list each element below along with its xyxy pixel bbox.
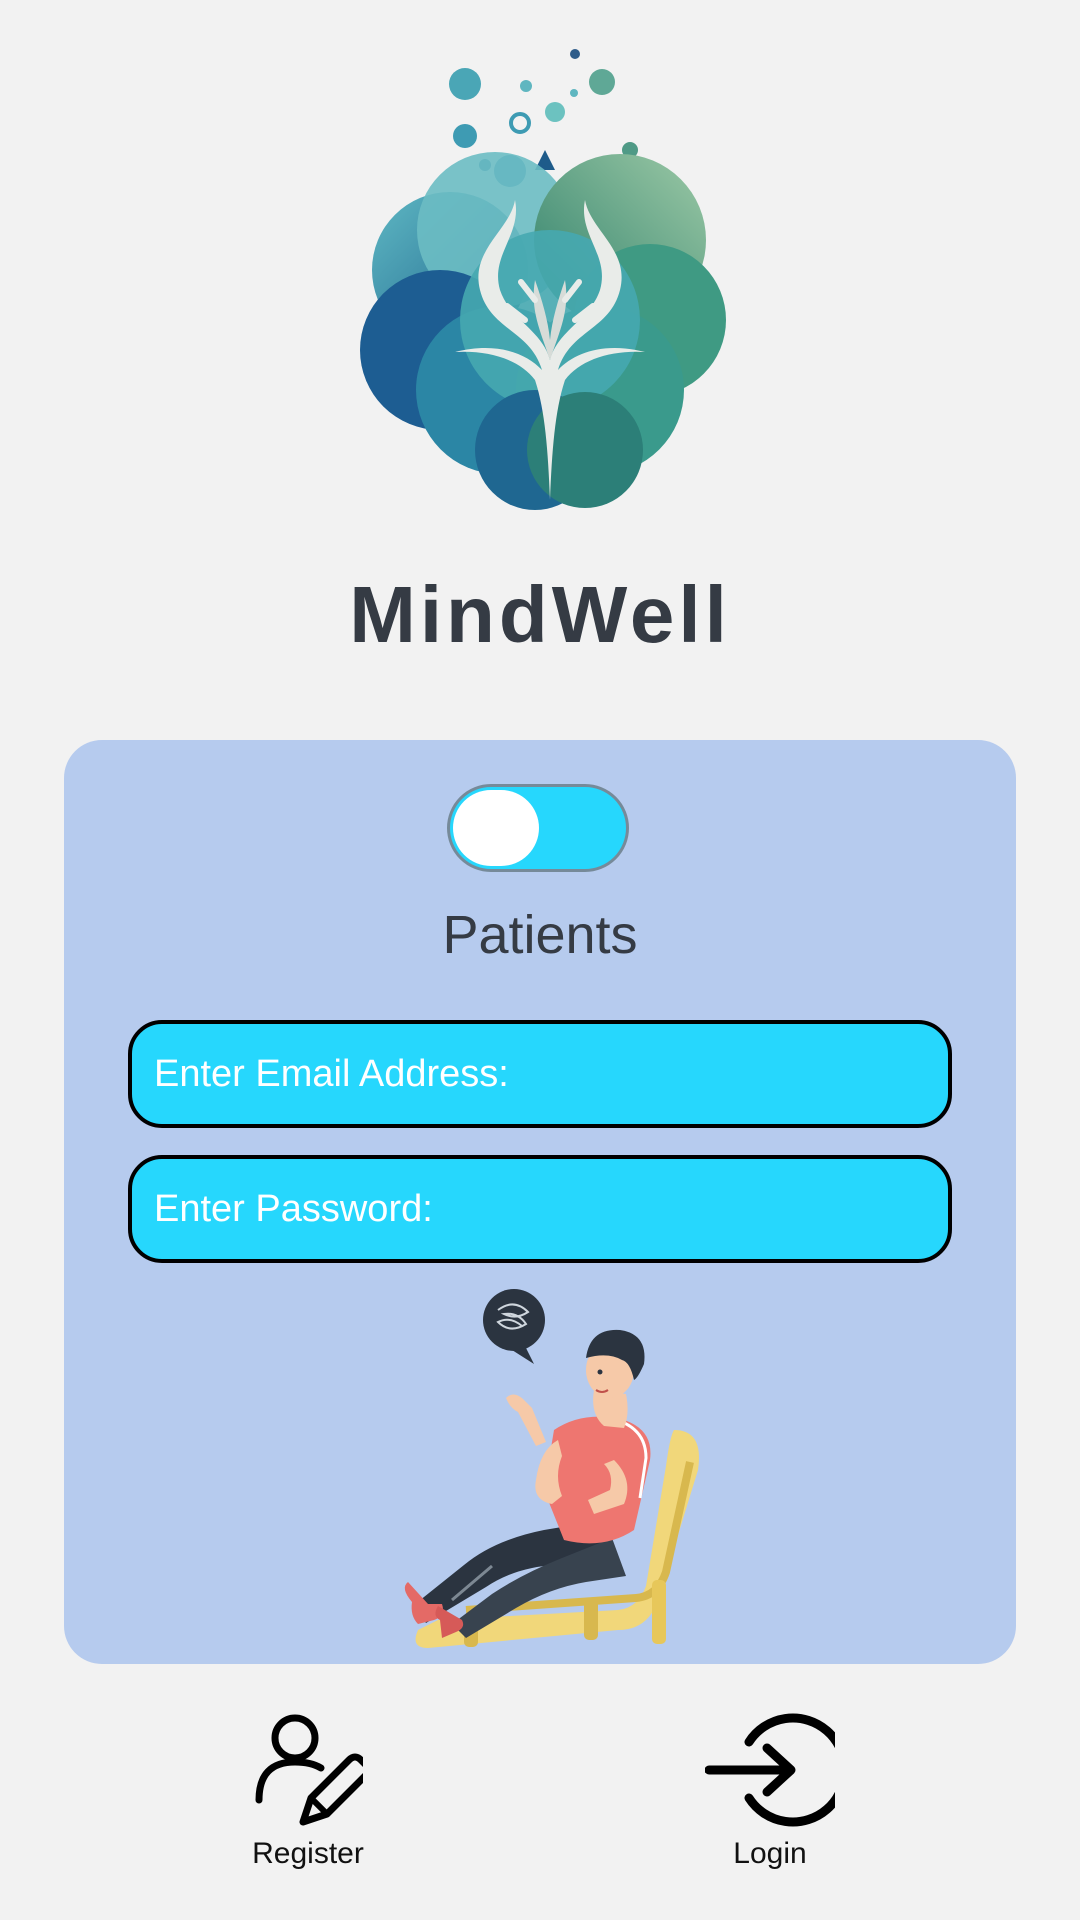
register-button[interactable]: Register (218, 1712, 398, 1892)
login-arrow-icon (705, 1713, 835, 1827)
password-field[interactable] (128, 1155, 952, 1263)
login-card: Patients (64, 740, 1016, 1664)
tree-brain-logo-icon (360, 49, 726, 510)
app-logo (330, 30, 770, 530)
patient-reclining-illustration-icon (404, 1289, 699, 1648)
app-title: MindWell (349, 570, 731, 659)
login-label: Login (733, 1837, 807, 1870)
user-edit-icon (255, 1714, 363, 1826)
toggle-knob (453, 790, 539, 866)
login-button[interactable]: Login (680, 1712, 860, 1892)
register-label: Register (252, 1837, 364, 1870)
role-label: Patients (442, 905, 638, 965)
patient-illustration (374, 1280, 774, 1664)
role-toggle-switch[interactable] (447, 784, 629, 872)
email-field[interactable] (128, 1020, 952, 1128)
